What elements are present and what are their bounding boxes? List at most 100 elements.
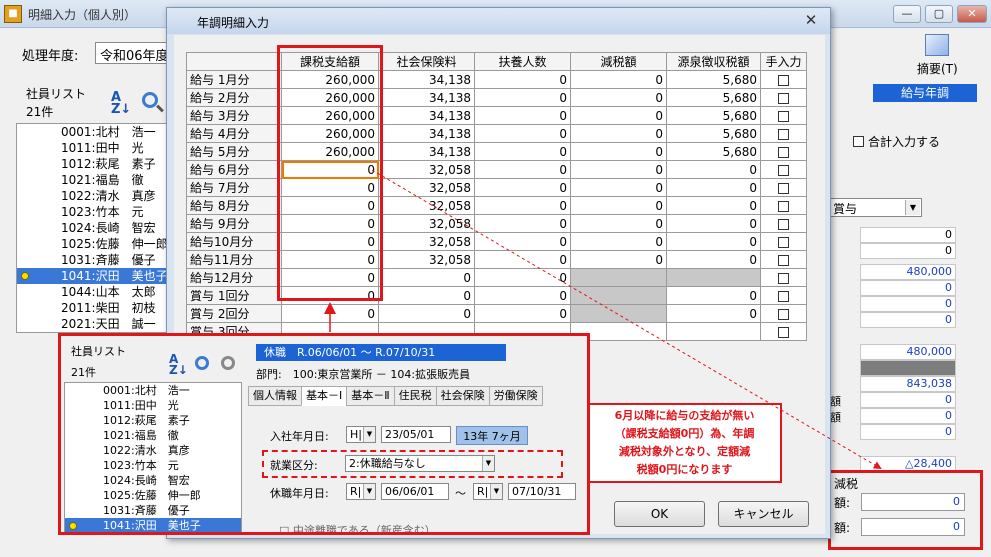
table-cell-social[interactable]: 34,138 [378,142,475,161]
manual-input-checkbox[interactable] [778,218,789,230]
table-cell-reduction[interactable]: 0 [570,106,667,125]
table-cell-reduction[interactable]: 0 [570,178,667,197]
leave-era-select[interactable]: R| ▼ [346,483,376,500]
inset-employee-list[interactable]: 0001:北村 浩一 1011:田中 光 1012:萩尾 素子 1021:福島 徹 10… [64,382,242,535]
table-cell-dependents[interactable]: 0 [474,70,571,89]
tax-reduction-field[interactable]: 0 [861,518,965,536]
table-cell-reduction[interactable] [570,304,667,323]
cancel-button[interactable]: キャンセル [718,501,809,527]
table-cell-taxable[interactable]: 0 [281,178,379,197]
table-cell-taxable[interactable]: 0 [281,268,379,287]
table-cell-dependents[interactable]: 0 [474,160,571,179]
manual-input-cell[interactable] [760,124,807,143]
table-cell-reduction[interactable]: 0 [570,196,667,215]
summary-icon[interactable] [925,34,949,56]
table-cell-reduction[interactable]: 0 [570,214,667,233]
manual-input-checkbox[interactable] [778,74,789,86]
table-cell-withholding[interactable]: 0 [666,304,761,323]
table-cell-social[interactable]: 0 [378,268,475,287]
tab-5[interactable]: 労働保険 [488,386,543,406]
list-item[interactable]: 0001:北村 浩一 [17,124,167,140]
manual-input-checkbox[interactable] [778,290,789,302]
manual-input-checkbox[interactable] [778,182,789,194]
table-cell-reduction[interactable] [570,286,667,305]
list-item[interactable]: 1024:長崎 智宏 [17,220,167,236]
manual-input-checkbox[interactable] [778,200,789,212]
table-cell-social[interactable]: 32,058 [378,178,475,197]
table-cell-withholding[interactable]: 5,680 [666,106,761,125]
manual-input-cell[interactable] [760,214,807,233]
join-era-select[interactable]: H| ▼ [346,426,376,443]
manual-input-checkbox[interactable] [778,110,789,122]
table-cell-taxable[interactable]: 0 [281,214,379,233]
table-cell-reduction[interactable] [570,268,667,287]
table-cell-taxable[interactable]: 260,000 [281,106,379,125]
manual-input-cell[interactable] [760,304,807,323]
list-item[interactable]: 2021:天田 誠一 [17,316,167,332]
employment-type-select[interactable]: 2:休職給与なし ▼ [345,455,495,472]
manual-input-cell[interactable] [760,268,807,287]
table-cell-taxable[interactable]: 260,000 [281,88,379,107]
manual-input-checkbox[interactable] [778,308,789,320]
join-date-input[interactable]: 23/05/01 [381,426,451,443]
manual-input-cell[interactable] [760,250,807,269]
tab-2[interactable]: 基本－Ⅱ [346,386,395,406]
employee-list[interactable]: 0001:北村 浩一 1011:田中 光 1012:萩尾 素子 1021:福島 徹 10… [16,123,168,333]
table-cell-withholding[interactable] [666,268,761,287]
table-cell-social[interactable]: 34,138 [378,70,475,89]
table-cell-dependents[interactable]: 0 [474,286,571,305]
table-cell-dependents[interactable]: 0 [474,268,571,287]
list-item[interactable]: 1041:沢田 美也子 [17,268,167,284]
table-cell-taxable[interactable]: 0 [281,250,379,269]
leave-from-input[interactable]: 06/06/01 [381,483,449,500]
manual-input-cell[interactable] [760,322,807,341]
table-cell-social[interactable]: 34,138 [378,106,475,125]
table-cell-dependents[interactable]: 0 [474,196,571,215]
table-cell-withholding[interactable]: 0 [666,160,761,179]
manual-input-checkbox[interactable] [778,272,789,284]
bonus-select[interactable]: 賞与 ▼ [828,198,922,217]
table-cell-taxable[interactable]: 0 [281,160,379,179]
table-cell-social[interactable]: 32,058 [378,232,475,251]
tax-reduction-field[interactable]: 0 [861,493,965,511]
table-cell-taxable[interactable]: 0 [281,196,379,215]
manual-input-cell[interactable] [760,142,807,161]
manual-input-cell[interactable] [760,88,807,107]
table-cell-withholding[interactable] [666,322,761,341]
tab-0[interactable]: 個人情報 [248,386,302,406]
list-item[interactable]: 1022:清水 真彦 [17,188,167,204]
leave-end-era-select[interactable]: R| ▼ [473,483,503,500]
sort-az-icon[interactable]: A Z↓ [169,353,188,376]
table-cell-dependents[interactable]: 0 [474,142,571,161]
table-cell-withholding[interactable]: 5,680 [666,88,761,107]
list-item[interactable]: 1021:福島 徹 [17,172,167,188]
maximize-button[interactable]: ▢ [925,5,953,23]
table-cell-social[interactable]: 0 [378,286,475,305]
tab-3[interactable]: 住民税 [393,386,437,406]
table-cell-reduction[interactable]: 0 [570,124,667,143]
manual-input-cell[interactable] [760,178,807,197]
fiscal-year-select[interactable]: 令和06年度 [95,42,169,64]
manual-input-cell[interactable] [760,70,807,89]
manual-input-cell[interactable] [760,286,807,305]
table-cell-social[interactable]: 0 [378,304,475,323]
search-gray-icon[interactable] [221,356,235,370]
list-item[interactable]: 1012:萩尾 素子 [17,156,167,172]
total-input-checkbox[interactable]: 合計入力する [853,133,940,150]
table-cell-withholding[interactable]: 5,680 [666,124,761,143]
list-item[interactable]: 1024:長崎 智宏 [65,473,241,488]
leave-to-input[interactable]: 07/10/31 [508,483,576,500]
table-cell-reduction[interactable]: 0 [570,160,667,179]
table-cell-withholding[interactable]: 0 [666,196,761,215]
list-item[interactable]: 1044:山本 太郎 [65,533,241,535]
search-icon[interactable] [142,92,158,108]
table-cell-withholding[interactable]: 0 [666,250,761,269]
list-item[interactable]: 1012:萩尾 素子 [65,413,241,428]
manual-input-checkbox[interactable] [778,146,789,158]
list-item[interactable]: 0001:北村 浩一 [65,383,241,398]
manual-input-checkbox[interactable] [778,236,789,248]
table-cell-social[interactable]: 32,058 [378,250,475,269]
table-cell-taxable[interactable]: 0 [281,232,379,251]
table-cell-taxable[interactable]: 260,000 [281,70,379,89]
ok-button[interactable]: OK [614,501,705,527]
